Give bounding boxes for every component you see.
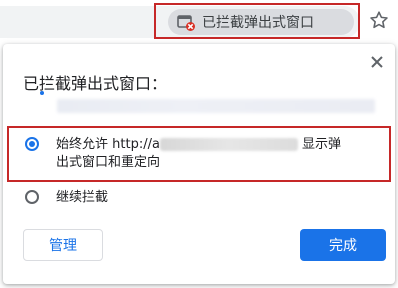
option-highlight-box [7, 126, 391, 182]
blocked-popup-bullet-icon [40, 91, 44, 95]
popup-blocked-bubble: 已拦截弹出式窗口： 始终允许 http://a 显示弹 出式窗口和重定向 继续拦截… [3, 44, 395, 284]
radio-block[interactable] [25, 190, 39, 204]
browser-toolbar: 已拦截弹出式窗口 [0, 0, 398, 42]
chip-highlight-box [154, 3, 360, 39]
close-icon[interactable] [369, 54, 385, 70]
blocked-popup-link[interactable] [57, 99, 375, 113]
done-button[interactable]: 完成 [300, 229, 386, 261]
bubble-title: 已拦截弹出式窗口： [23, 74, 168, 93]
manage-button[interactable]: 管理 [23, 229, 103, 261]
star-icon[interactable] [368, 9, 390, 31]
option-block-label: 继续拦截 [56, 190, 109, 205]
